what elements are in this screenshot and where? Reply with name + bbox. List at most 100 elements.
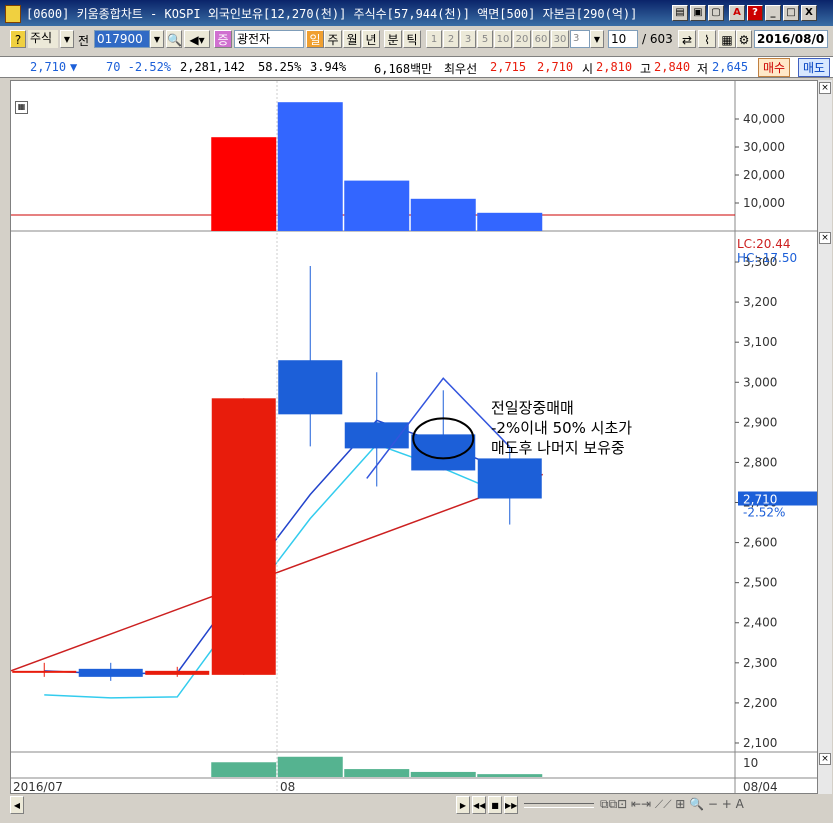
zoom-slider[interactable] <box>524 803 594 808</box>
price-axis-label: 2,500 <box>743 576 777 590</box>
price-axis-label: 2,200 <box>743 696 777 710</box>
volume-axis-label: 10,000 <box>743 196 785 210</box>
sell-button[interactable]: 매도 <box>798 58 831 77</box>
zoom-icon[interactable]: ⇄ <box>678 30 696 48</box>
lc-label: LC:20.44 <box>737 237 790 251</box>
sub-volume-bar <box>477 774 543 777</box>
app-icon <box>5 5 21 23</box>
stock-badge: 증 <box>214 30 232 48</box>
play-icon[interactable]: ▶ <box>456 796 470 814</box>
period-tick-tab[interactable]: 틱 <box>403 30 421 48</box>
toolbar: ? 주식 ▼ 전 017900 ▼ 🔍 ◀▾ 증 광전자 일 주 월 년 분 틱… <box>0 28 833 52</box>
num-button-5[interactable]: 5 <box>477 30 493 48</box>
sub-volume-bar <box>344 769 410 777</box>
settings-gear-icon[interactable]: ⚙ <box>736 30 752 48</box>
volume-bar <box>344 180 410 231</box>
count-input[interactable]: 10 <box>608 30 638 48</box>
volume-axis-label: 40,000 <box>743 112 785 126</box>
chart-svg: 40,00030,00020,00010,0003,3003,2003,1003… <box>11 81 817 794</box>
period-month-tab[interactable]: 월 <box>343 30 361 48</box>
market-dropdown-icon[interactable]: ▼ <box>60 30 74 48</box>
minimize-button[interactable]: _ <box>765 5 781 21</box>
price-axis-label: 2,400 <box>743 616 777 630</box>
best-bid: 2,710 <box>537 60 574 74</box>
price-axis-label: 2,100 <box>743 736 777 750</box>
price-axis-label: 2,600 <box>743 536 777 550</box>
trade-amount: 6,168백만 <box>374 62 433 76</box>
close-button[interactable]: X <box>801 5 817 21</box>
price-axis-label: 2,900 <box>743 415 777 429</box>
window-tile-icon[interactable]: ▣ <box>690 5 706 21</box>
high-price: 2,840 <box>654 60 691 74</box>
num-button-1[interactable]: 1 <box>426 30 442 48</box>
low-label: 저 <box>697 62 709 76</box>
candle-body <box>477 458 542 499</box>
fast-forward-icon[interactable]: ▶▶ <box>504 796 518 814</box>
sub-volume-bar <box>277 756 343 777</box>
annotation-text: 매도후 나머지 보유중 <box>491 439 625 457</box>
save-icon[interactable]: ▦ <box>718 30 736 48</box>
num-button-10[interactable]: 10 <box>494 30 512 48</box>
window-cascade-icon[interactable]: ▢ <box>708 5 724 21</box>
num-button-60[interactable]: 60 <box>532 30 550 48</box>
hc-label: HC:-17.50 <box>737 251 797 265</box>
stock-name-field[interactable]: 광전자 <box>234 30 304 48</box>
price-axis-label: 3,200 <box>743 295 777 309</box>
code-dropdown-icon[interactable]: ▼ <box>150 30 164 48</box>
candle-body <box>12 670 77 673</box>
sub-axis-label: 10 <box>743 756 758 770</box>
x-axis-label: 2016/07 <box>13 780 63 794</box>
period-week-tab[interactable]: 주 <box>324 30 342 48</box>
price-axis-label: 2,300 <box>743 656 777 670</box>
stop-icon[interactable]: ■ <box>488 796 502 814</box>
volume-ratio: 58.25% <box>258 60 302 74</box>
layout-icon[interactable]: ▤ <box>672 5 688 21</box>
price-change: 70 -2.52% <box>106 60 172 74</box>
volume-axis-label: 30,000 <box>743 140 785 154</box>
price-axis-label: 2,800 <box>743 455 777 469</box>
maximize-button[interactable]: □ <box>783 5 799 21</box>
scroll-left-icon[interactable]: ◀ <box>10 796 24 814</box>
period-minute-tab[interactable]: 분 <box>384 30 402 48</box>
custom-num-input[interactable]: 3 <box>570 30 590 48</box>
candle-body <box>211 398 276 675</box>
price-axis-label: 3,100 <box>743 335 777 349</box>
candle-body <box>78 668 143 677</box>
low-price: 2,645 <box>712 60 749 74</box>
sub-volume-bar <box>410 771 476 777</box>
market-type-label: 주식 <box>28 30 58 48</box>
help-button[interactable]: ? <box>747 5 763 21</box>
grid-icon[interactable]: ▦ <box>15 101 28 114</box>
current-price-label: 2,710 <box>743 493 777 507</box>
price-axis-label: 3,000 <box>743 375 777 389</box>
volume-value: 2,281,142 <box>180 60 246 74</box>
num-button-2[interactable]: 2 <box>443 30 459 48</box>
rewind-icon[interactable]: ◀◀ <box>472 796 486 814</box>
buy-button[interactable]: 매수 <box>758 58 791 77</box>
num-button-3[interactable]: 3 <box>460 30 476 48</box>
panel1-close-icon[interactable]: × <box>819 82 831 94</box>
panel3-close-icon[interactable]: × <box>819 753 831 765</box>
search-icon[interactable]: 🔍 <box>166 30 182 48</box>
font-a-button[interactable]: A <box>729 5 745 21</box>
best-ask: 2,715 <box>490 60 527 74</box>
num-button-30[interactable]: 30 <box>551 30 569 48</box>
custom-num-dropdown-icon[interactable]: ▼ <box>590 30 604 48</box>
num-button-20[interactable]: 20 <box>513 30 531 48</box>
period-day-tab[interactable]: 일 <box>306 30 324 48</box>
current-price: 2,710 <box>30 60 67 74</box>
date-input[interactable]: 2016/08/0 <box>754 30 828 48</box>
stock-icon[interactable]: ? <box>10 30 26 48</box>
chart-area[interactable]: 40,000 30,000 20,000 10,000 3,300 3,200 3,100 3… <box>10 80 818 794</box>
annotation-text: -2%이내 50% 시초가 <box>491 419 632 437</box>
chart-type-icon[interactable]: ⌇ <box>698 30 716 48</box>
drawing-tools-icon[interactable]: ⧉⧉⊡ ⇤⇥ ⟋⟋ ⊞ 🔍 − + A <box>600 797 744 812</box>
period-year-tab[interactable]: 년 <box>362 30 380 48</box>
open-price: 2,810 <box>596 60 633 74</box>
x-axis-label: 08/04 <box>743 780 778 794</box>
right-scroll-area[interactable]: × × × <box>818 80 832 794</box>
count-total: / 603 <box>642 32 673 46</box>
stock-code-input[interactable]: 017900 <box>94 30 150 48</box>
speaker-icon[interactable]: ◀▾ <box>184 30 210 48</box>
panel2-close-icon[interactable]: × <box>819 232 831 244</box>
